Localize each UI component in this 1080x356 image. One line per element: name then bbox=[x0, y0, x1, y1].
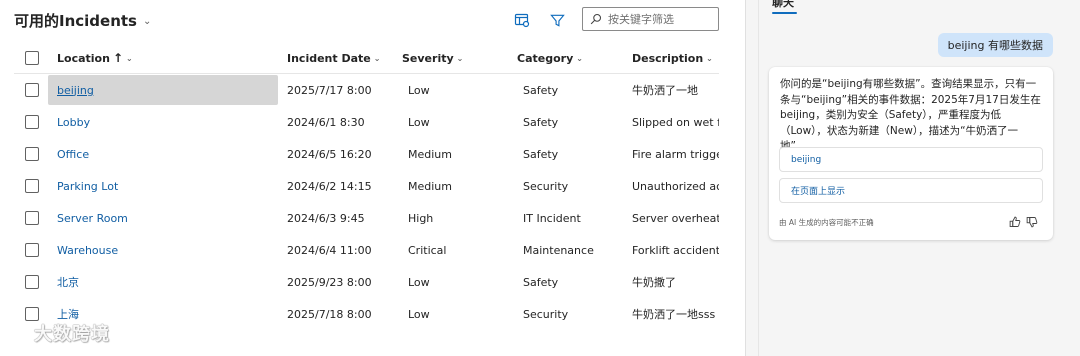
user-message-bubble: beijing 有哪些数据 bbox=[937, 33, 1053, 57]
category: Safety bbox=[523, 147, 559, 161]
column-header-category[interactable]: Category ⌄ bbox=[517, 42, 622, 74]
table-row[interactable]: 北京 2025/9/23 8:00 Low Safety 牛奶撒了 bbox=[14, 266, 719, 298]
sort-ascending-icon: ↑ bbox=[112, 51, 123, 65]
search-input[interactable] bbox=[608, 12, 708, 26]
incident-date: 2025/7/18 8:00 bbox=[287, 307, 372, 321]
description: 牛奶洒了一地sss bbox=[632, 308, 716, 321]
location-link[interactable]: Parking Lot bbox=[57, 180, 118, 193]
tab-chat[interactable]: 聊天 bbox=[772, 0, 794, 10]
filter-icon[interactable] bbox=[548, 11, 566, 29]
copilot-chat-pane: 聊天 beijing 有哪些数据 你问的是“beijing有哪些数据”。查询结果… bbox=[758, 0, 1080, 356]
row-checkbox[interactable] bbox=[25, 83, 39, 97]
assistant-response-card: 你问的是“beijing有哪些数据”。查询结果显示，只有一条与“beijing”… bbox=[769, 67, 1053, 240]
chevron-down-icon: ⌄ bbox=[126, 53, 133, 63]
grid-header: Location ↑ ⌄ Incident Date ⌄ Severity ⌄ … bbox=[14, 42, 719, 74]
category: IT Incident bbox=[523, 211, 581, 225]
table-row[interactable]: Server Room 2024/6/3 9:45 High IT Incide… bbox=[14, 202, 719, 234]
category: Maintenance bbox=[523, 243, 594, 257]
chevron-down-icon: ⌄ bbox=[456, 53, 464, 63]
table-row[interactable]: Parking Lot 2024/6/2 14:15 Medium Securi… bbox=[14, 170, 719, 202]
severity: Low bbox=[408, 275, 430, 289]
location-link[interactable]: beijing bbox=[57, 84, 94, 97]
incident-date: 2024/6/3 9:45 bbox=[287, 211, 365, 225]
severity: Low bbox=[408, 307, 430, 321]
description: 牛奶洒了一地 bbox=[632, 84, 698, 97]
location-link[interactable]: Office bbox=[57, 148, 89, 161]
category: Safety bbox=[523, 275, 559, 289]
watermark-logo-icon bbox=[6, 318, 30, 347]
location-link[interactable]: 北京 bbox=[57, 274, 79, 290]
category: Safety bbox=[523, 115, 559, 129]
row-checkbox[interactable] bbox=[25, 243, 39, 257]
incidents-grid: Location ↑ ⌄ Incident Date ⌄ Severity ⌄ … bbox=[14, 42, 719, 330]
active-tab-indicator bbox=[772, 12, 797, 14]
severity: Medium bbox=[408, 147, 452, 161]
severity: Medium bbox=[408, 179, 452, 193]
thumbs-down-icon[interactable] bbox=[1025, 215, 1039, 229]
description: Fire alarm triggere bbox=[632, 147, 719, 161]
select-all-checkbox[interactable] bbox=[25, 51, 39, 65]
pane-gutter bbox=[746, 0, 758, 356]
row-checkbox[interactable] bbox=[25, 211, 39, 225]
watermark-text: 大数跨境 bbox=[34, 323, 110, 345]
severity: Low bbox=[408, 115, 430, 129]
table-row[interactable]: Warehouse 2024/6/4 11:00 Critical Mainte… bbox=[14, 234, 719, 266]
reference-link-beijing[interactable]: beijing bbox=[779, 147, 1043, 172]
category: Security bbox=[523, 179, 569, 193]
description: 牛奶撒了 bbox=[632, 276, 676, 289]
watermark: 大数跨境 bbox=[6, 318, 110, 347]
location-link[interactable]: Lobby bbox=[57, 116, 90, 129]
description: Slipped on wet flo bbox=[632, 115, 719, 129]
list-pane: 可用的Incidents ⌄ Location ↑ bbox=[0, 0, 745, 356]
row-checkbox[interactable] bbox=[25, 115, 39, 129]
assistant-response-text: 你问的是“beijing有哪些数据”。查询结果显示，只有一条与“beijing”… bbox=[780, 78, 1041, 152]
severity: Low bbox=[408, 83, 430, 97]
row-checkbox[interactable] bbox=[25, 179, 39, 193]
column-header-location[interactable]: Location ↑ ⌄ bbox=[57, 42, 277, 74]
row-checkbox[interactable] bbox=[25, 275, 39, 289]
column-header-description[interactable]: Description ⌄ bbox=[632, 42, 719, 74]
show-on-page-button[interactable]: 在页面上显示 bbox=[779, 178, 1043, 203]
incident-date: 2024/6/2 14:15 bbox=[287, 179, 372, 193]
search-icon bbox=[590, 10, 602, 29]
category: Security bbox=[523, 307, 569, 321]
view-selector[interactable]: 可用的Incidents ⌄ bbox=[14, 10, 151, 31]
description: Forklift accident bbox=[632, 243, 719, 257]
description: Server overheating bbox=[632, 211, 719, 225]
severity: Critical bbox=[408, 243, 447, 257]
incident-date: 2024/6/1 8:30 bbox=[287, 115, 365, 129]
incident-date: 2024/6/5 16:20 bbox=[287, 147, 372, 161]
search-box[interactable] bbox=[582, 7, 719, 31]
incident-date: 2025/9/23 8:00 bbox=[287, 275, 372, 289]
chevron-down-icon: ⌄ bbox=[576, 53, 583, 63]
incident-date: 2025/7/17 8:00 bbox=[287, 83, 372, 97]
description: Unauthorized acc... bbox=[632, 179, 719, 193]
thumbs-up-icon[interactable] bbox=[1008, 215, 1022, 229]
table-row[interactable]: 上海 2025/7/18 8:00 Low Security 牛奶洒了一地sss bbox=[14, 298, 719, 330]
table-row[interactable]: Lobby 2024/6/1 8:30 Low Safety Slipped o… bbox=[14, 106, 719, 138]
severity: High bbox=[408, 211, 434, 225]
category: Safety bbox=[523, 83, 559, 97]
chevron-down-icon: ⌄ bbox=[142, 16, 152, 27]
ai-disclaimer: 由 AI 生成的内容可能不正确 bbox=[779, 218, 874, 227]
table-row[interactable]: beijing 2025/7/17 8:00 Low Safety 牛奶洒了一地 bbox=[14, 74, 719, 106]
column-header-severity[interactable]: Severity ⌄ bbox=[402, 42, 502, 74]
incident-date: 2024/6/4 11:00 bbox=[287, 243, 372, 257]
location-link[interactable]: Server Room bbox=[57, 212, 128, 225]
location-link[interactable]: Warehouse bbox=[57, 244, 118, 257]
view-title: 可用的Incidents bbox=[14, 12, 137, 30]
chevron-down-icon: ⌄ bbox=[373, 53, 381, 63]
chevron-down-icon: ⌄ bbox=[706, 53, 713, 63]
edit-columns-icon[interactable] bbox=[513, 11, 531, 29]
row-checkbox[interactable] bbox=[25, 147, 39, 161]
table-row[interactable]: Office 2024/6/5 16:20 Medium Safety Fire… bbox=[14, 138, 719, 170]
column-header-date[interactable]: Incident Date ⌄ bbox=[287, 42, 397, 74]
